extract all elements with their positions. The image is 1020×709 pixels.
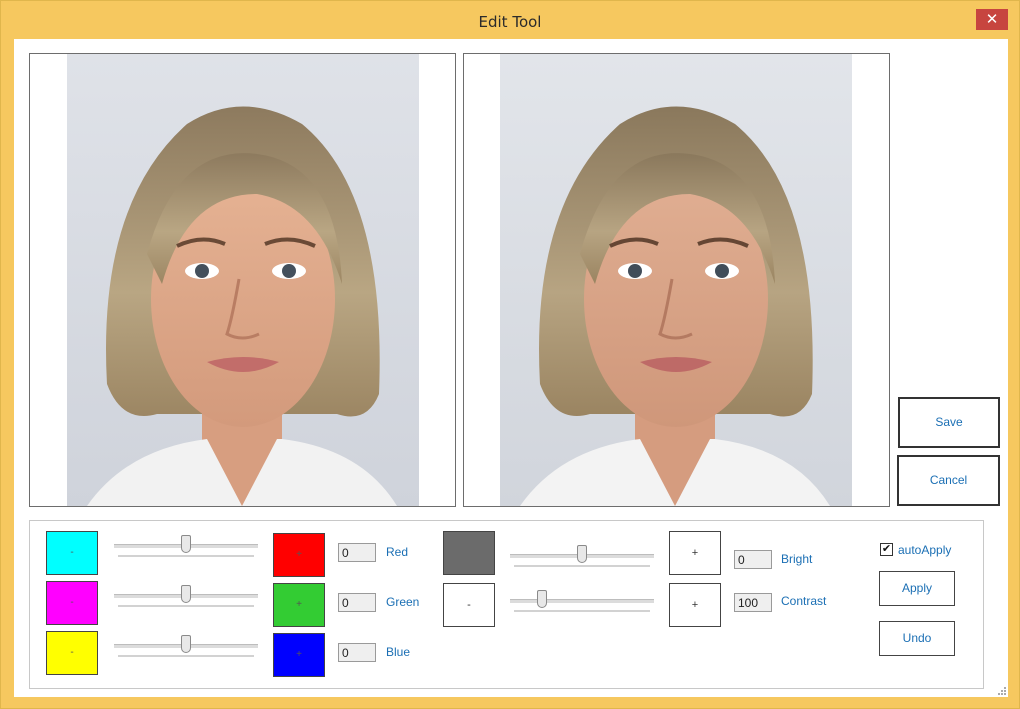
brightness-decrease-swatch[interactable] [443, 531, 495, 575]
save-button[interactable]: Save [898, 397, 1000, 448]
blue-decrease-swatch[interactable]: - [46, 631, 98, 675]
blue-slider[interactable] [114, 633, 258, 659]
undo-button[interactable]: Undo [879, 621, 955, 656]
close-icon: ✕ [985, 10, 999, 28]
red-value-field[interactable]: 0 [338, 543, 376, 562]
green-value-field[interactable]: 0 [338, 593, 376, 612]
slider-thumb[interactable] [181, 635, 191, 653]
client-area: Save Cancel - + 0 Red - + 0 Green - + 0 … [14, 39, 1008, 697]
preview-image-panel [463, 53, 890, 507]
resize-grip-icon[interactable] [996, 685, 1006, 695]
adjustment-panel: - + 0 Red - + 0 Green - + 0 Blue + 0 Bri… [29, 520, 984, 689]
blue-label: Blue [386, 645, 411, 659]
blue-increase-swatch[interactable]: + [273, 633, 325, 677]
brightness-value-field[interactable]: 0 [734, 550, 772, 569]
red-label: Red [386, 545, 409, 559]
slider-thumb[interactable] [536, 590, 547, 608]
blue-value-field[interactable]: 0 [338, 643, 376, 662]
contrast-slider[interactable] [510, 588, 654, 614]
cancel-button[interactable]: Cancel [897, 455, 1000, 506]
red-decrease-swatch[interactable]: - [46, 531, 98, 575]
contrast-label: Contrast [781, 594, 827, 608]
green-decrease-swatch[interactable]: - [46, 581, 98, 625]
original-image-panel [29, 53, 456, 507]
red-increase-swatch[interactable]: + [273, 533, 325, 577]
close-button[interactable]: ✕ [976, 9, 1008, 30]
brightness-label: Bright [781, 552, 813, 566]
slider-ticks [118, 655, 254, 657]
slider-track [510, 599, 654, 603]
edit-tool-window: Edit Tool ✕ Save Cancel - + 0 Red - + 0 … [0, 0, 1020, 709]
brightness-increase-button[interactable]: + [669, 531, 721, 575]
red-slider[interactable] [114, 533, 258, 559]
green-slider[interactable] [114, 583, 258, 609]
green-label: Green [386, 595, 420, 609]
contrast-value-field[interactable]: 100 [734, 593, 772, 612]
slider-thumb[interactable] [577, 545, 587, 563]
slider-ticks [514, 565, 650, 567]
contrast-decrease-button[interactable]: - [443, 583, 495, 627]
contrast-increase-button[interactable]: + [669, 583, 721, 627]
apply-button[interactable]: Apply [879, 571, 955, 606]
auto-apply-checkbox[interactable]: ✔ [880, 543, 893, 556]
title-bar[interactable]: Edit Tool ✕ [1, 1, 1019, 38]
slider-ticks [118, 605, 254, 607]
window-title: Edit Tool [478, 13, 542, 31]
green-increase-swatch[interactable]: + [273, 583, 325, 627]
slider-thumb[interactable] [181, 535, 191, 553]
auto-apply-label[interactable]: autoApply [898, 543, 951, 557]
slider-thumb[interactable] [181, 585, 191, 603]
checkmark-icon: ✔ [881, 543, 892, 555]
original-portrait-image [67, 54, 419, 506]
edited-portrait-image [500, 54, 852, 506]
slider-ticks [514, 610, 650, 612]
slider-ticks [118, 555, 254, 557]
brightness-slider[interactable] [510, 543, 654, 569]
